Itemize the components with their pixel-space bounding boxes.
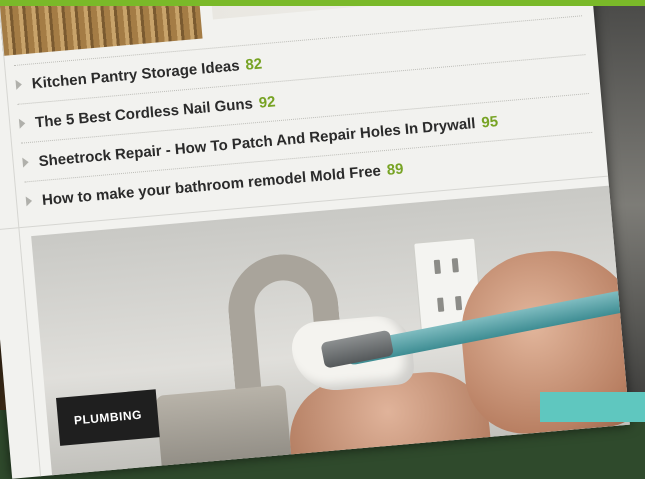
top-accent-bar <box>0 0 645 6</box>
corner-tab[interactable] <box>540 392 645 422</box>
article-count: 89 <box>386 159 405 179</box>
wicker-basket-photo[interactable] <box>0 0 203 56</box>
article-count: 92 <box>258 92 277 112</box>
triangle-bullet-icon <box>15 79 23 90</box>
article-count: 95 <box>480 112 499 131</box>
article-count: 82 <box>244 54 263 74</box>
triangle-bullet-icon <box>18 118 26 129</box>
triangle-bullet-icon <box>22 157 30 168</box>
triangle-bullet-icon <box>25 195 33 207</box>
faucet-body-graphic <box>155 384 293 476</box>
category-label-plumbing[interactable]: PLUMBING <box>56 389 160 446</box>
